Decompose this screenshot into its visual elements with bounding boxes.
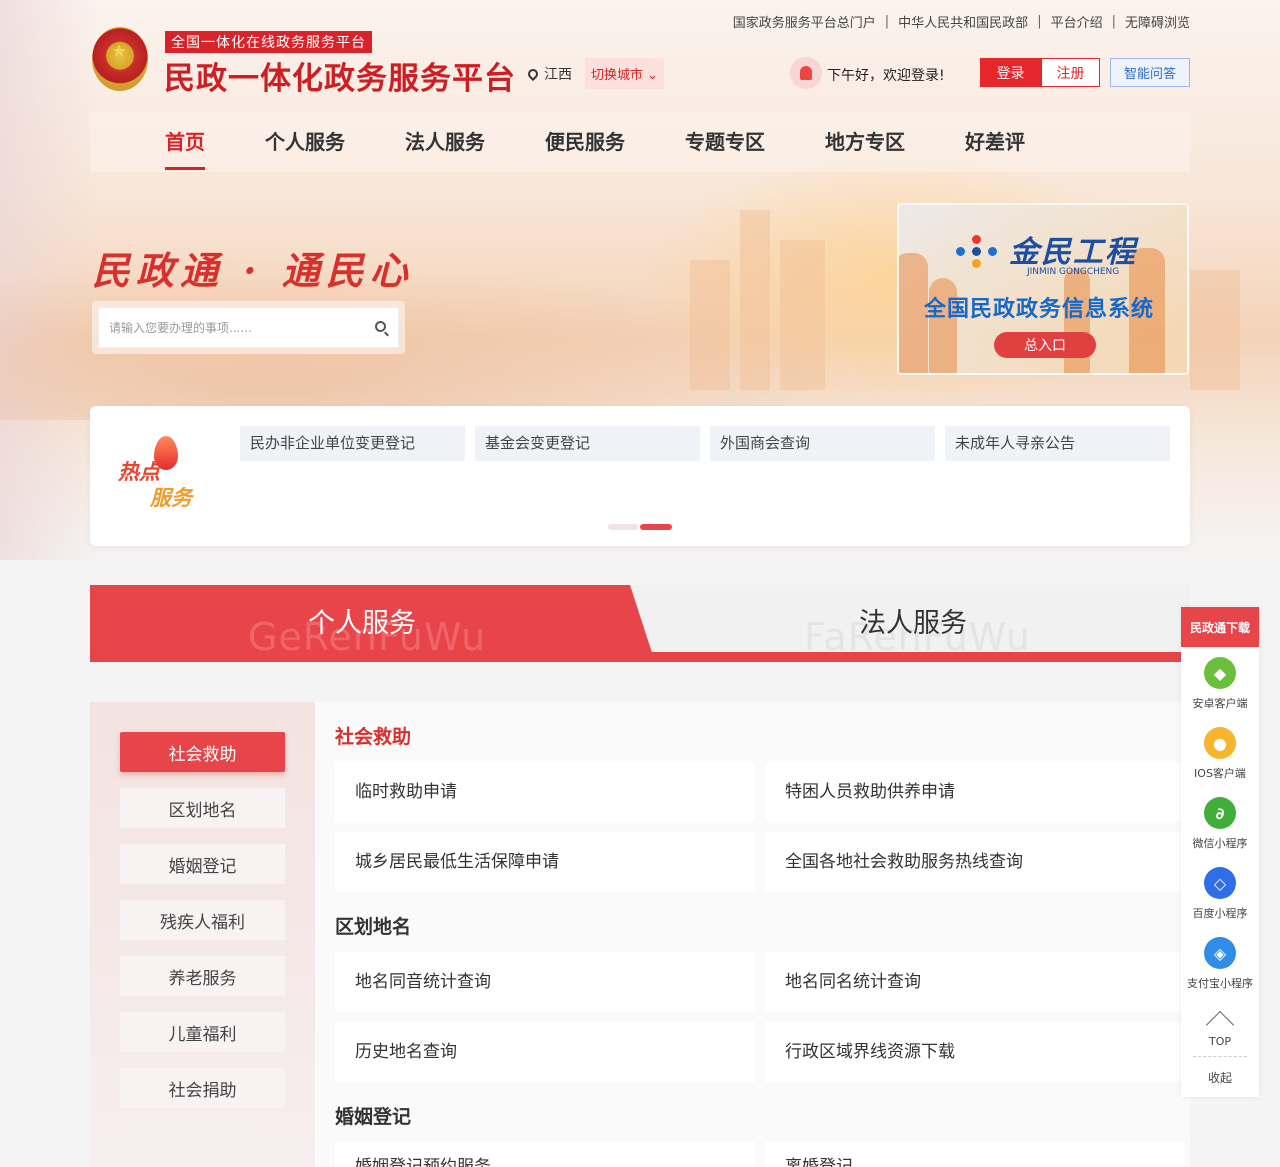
service-content: 社会救助 区划地名 婚姻登记 残疾人福利 养老服务 儿童福利 社会捐助 社会救助… bbox=[90, 702, 1190, 1167]
search-icon[interactable] bbox=[375, 321, 386, 332]
service-card[interactable]: 临时救助申请 bbox=[335, 762, 755, 822]
wechat-mini-program-link[interactable]: ∂ 微信小程序 bbox=[1181, 797, 1259, 851]
top-link-ministry[interactable]: 中华人民共和国民政部 bbox=[898, 12, 1028, 31]
top-link-intro[interactable]: 平台介绍 bbox=[1051, 12, 1103, 31]
nav-legal-service[interactable]: 法人服务 bbox=[405, 112, 485, 172]
android-icon: ◆ bbox=[1204, 657, 1236, 689]
search-area bbox=[92, 301, 405, 354]
jinmin-banner[interactable]: 金民工程 JINMIN GONGCHENG 全国民政政务信息系统 总入口 bbox=[897, 203, 1189, 375]
app-download-panel: 民政通下载 ◆ 安卓客户端 ● IOS客户端 ∂ 微信小程序 ◇ 百度小程序 ◈… bbox=[1181, 607, 1259, 1097]
ai-qa-button[interactable]: 智能问答 bbox=[1110, 58, 1190, 87]
apple-icon: ● bbox=[1204, 727, 1236, 759]
collapse-panel-button[interactable]: 收起 bbox=[1193, 1056, 1247, 1086]
greeting-text: 下午好，欢迎登录! bbox=[827, 68, 945, 84]
hot-services-badge: 热点 服务 bbox=[116, 436, 206, 511]
register-button[interactable]: 注册 bbox=[1041, 58, 1100, 87]
sidebar-item-place-names[interactable]: 区划地名 bbox=[120, 788, 285, 828]
login-button[interactable]: 登录 bbox=[980, 58, 1041, 87]
hot-services-panel: 热点 服务 民办非企业单位变更登记 基金会变更登记 外国商会查询 未成年人寻亲公… bbox=[90, 406, 1190, 546]
alipay-mini-icon: ◈ bbox=[1204, 937, 1236, 969]
service-card[interactable]: 婚姻登记预约服务 bbox=[335, 1142, 755, 1167]
nav-home[interactable]: 首页 bbox=[165, 112, 205, 172]
nav-topics[interactable]: 专题专区 bbox=[685, 112, 765, 172]
site-title[interactable]: 民政一体化政务服务平台 bbox=[164, 53, 516, 98]
hero-slogan: 民政通 · 通民心 bbox=[92, 248, 414, 293]
national-emblem-logo[interactable] bbox=[92, 27, 148, 91]
section-title: 婚姻登记 bbox=[335, 1106, 412, 1128]
jinmin-logo-icon bbox=[956, 235, 998, 269]
hot-service-item[interactable]: 未成年人寻亲公告 bbox=[945, 426, 1170, 461]
service-card[interactable]: 地名同音统计查询 bbox=[335, 952, 755, 1012]
main-nav: 首页 个人服务 法人服务 便民服务 专题专区 地方专区 好差评 bbox=[90, 112, 1190, 172]
top-link-portal[interactable]: 国家政务服务平台总门户 bbox=[733, 12, 876, 31]
top-link-separator: | bbox=[884, 14, 890, 29]
service-card[interactable]: 离婚登记 bbox=[765, 1142, 1185, 1167]
top-links: 国家政务服务平台总门户 | 中华人民共和国民政部 | 平台介绍 | 无障碍浏览 bbox=[733, 12, 1190, 31]
jinmin-system-title: 全国民政政务信息系统 bbox=[924, 297, 1155, 322]
section-title: 区划地名 bbox=[335, 916, 412, 938]
service-card[interactable]: 地名同名统计查询 bbox=[765, 952, 1185, 1012]
category-sidebar: 社会救助 区划地名 婚姻登记 残疾人福利 养老服务 儿童福利 社会捐助 bbox=[90, 702, 315, 1167]
wechat-mini-icon: ∂ bbox=[1204, 797, 1236, 829]
switch-city-button[interactable]: 切换城市 ⌄ bbox=[585, 58, 665, 89]
location-pin-icon bbox=[525, 66, 541, 82]
tab-legal-service[interactable]: FaRenFuWu 法人服务 bbox=[630, 585, 1190, 662]
baidu-mini-icon: ◇ bbox=[1204, 867, 1236, 899]
carousel-dots bbox=[608, 524, 674, 530]
hot-service-item[interactable]: 基金会变更登记 bbox=[475, 426, 700, 461]
nav-personal-service[interactable]: 个人服务 bbox=[265, 112, 345, 172]
baidu-mini-program-link[interactable]: ◇ 百度小程序 bbox=[1181, 867, 1259, 921]
tab-personal-service[interactable]: GeRenFuWu 个人服务 bbox=[90, 585, 655, 662]
section-title: 社会救助 bbox=[335, 726, 412, 748]
service-card[interactable]: 历史地名查询 bbox=[335, 1022, 755, 1082]
app-download-title: 民政通下载 bbox=[1181, 607, 1259, 647]
service-tabs: FaRenFuWu 法人服务 GeRenFuWu 个人服务 bbox=[90, 585, 1190, 662]
nav-convenience-service[interactable]: 便民服务 bbox=[545, 112, 625, 172]
sidebar-item-elderly[interactable]: 养老服务 bbox=[120, 956, 285, 996]
service-card[interactable]: 城乡居民最低生活保障申请 bbox=[335, 832, 755, 892]
switch-city-label: 切换城市 bbox=[591, 68, 644, 83]
hot-service-item[interactable]: 民办非企业单位变更登记 bbox=[240, 426, 465, 461]
nav-local[interactable]: 地方专区 bbox=[825, 112, 905, 172]
hot-service-item[interactable]: 外国商会查询 bbox=[710, 426, 935, 461]
platform-sub-tag: 全国一体化在线政务服务平台 bbox=[165, 31, 372, 53]
sidebar-item-social-assistance[interactable]: 社会救助 bbox=[120, 732, 285, 772]
alipay-mini-program-link[interactable]: ◈ 支付宝小程序 bbox=[1181, 937, 1259, 991]
top-link-separator: | bbox=[1111, 14, 1116, 29]
back-to-top-button[interactable]: TOP bbox=[1181, 1007, 1259, 1048]
sidebar-item-children[interactable]: 儿童福利 bbox=[120, 1012, 285, 1052]
service-card[interactable]: 特困人员救助供养申请 bbox=[765, 762, 1185, 822]
location: 江西 bbox=[525, 64, 572, 84]
user-avatar-icon bbox=[790, 57, 822, 89]
top-link-separator: | bbox=[1037, 14, 1042, 29]
top-link-accessibility[interactable]: 无障碍浏览 bbox=[1125, 12, 1190, 31]
jinmin-entry-button[interactable]: 总入口 bbox=[994, 332, 1096, 358]
sidebar-item-donation[interactable]: 社会捐助 bbox=[120, 1068, 285, 1108]
service-card[interactable]: 行政区域界线资源下载 bbox=[765, 1022, 1185, 1082]
android-client-link[interactable]: ◆ 安卓客户端 bbox=[1181, 657, 1259, 711]
tab-underline bbox=[90, 652, 1190, 662]
ios-client-link[interactable]: ● IOS客户端 bbox=[1181, 727, 1259, 781]
service-card[interactable]: 全国各地社会救助服务热线查询 bbox=[765, 832, 1185, 892]
nav-evaluation[interactable]: 好差评 bbox=[965, 112, 1025, 172]
sidebar-item-marriage[interactable]: 婚姻登记 bbox=[120, 844, 285, 884]
search-input[interactable] bbox=[109, 320, 359, 335]
location-text: 江西 bbox=[544, 67, 572, 83]
jinmin-name: 金民工程 bbox=[1009, 235, 1137, 270]
sidebar-item-disability[interactable]: 残疾人福利 bbox=[120, 900, 285, 940]
carousel-dot-active[interactable] bbox=[640, 524, 672, 530]
jinmin-name-en: JINMIN GONGCHENG bbox=[1027, 267, 1120, 277]
carousel-dot[interactable] bbox=[608, 524, 638, 530]
